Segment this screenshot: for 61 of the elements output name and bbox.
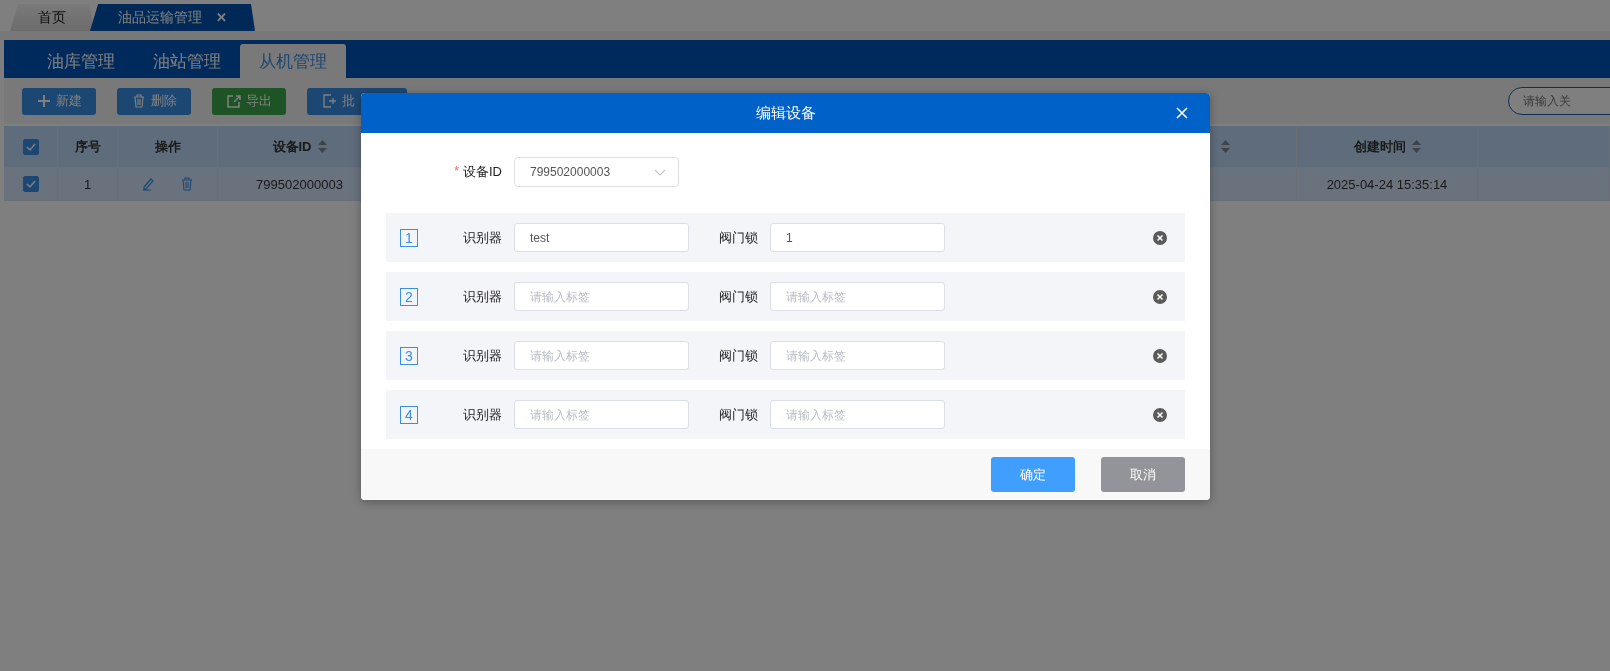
module-tab[interactable]: 油站管理	[134, 44, 240, 78]
checkbox[interactable]	[22, 138, 39, 155]
close-icon[interactable]	[1176, 107, 1188, 119]
row-number: 3	[400, 346, 418, 365]
checkmark-icon	[25, 179, 36, 189]
table-cell: 799502000003	[256, 176, 343, 192]
dialog-title: 编辑设备	[755, 103, 816, 123]
field-label: 阀门锁	[719, 287, 758, 306]
module-tab[interactable]: 从机管理	[240, 44, 346, 78]
remove-icon[interactable]	[1153, 230, 1167, 245]
column-header: 设备ID	[272, 137, 312, 156]
module-tab[interactable]: 油库管理	[28, 44, 134, 78]
toolbar-button[interactable]: 删除	[117, 87, 191, 115]
row-number: 2	[400, 287, 418, 306]
input-field[interactable]: 请输入标签	[770, 400, 945, 429]
input-field[interactable]: test	[514, 223, 689, 252]
dialog-button[interactable]: 取消	[1101, 457, 1185, 492]
page-tab[interactable]: 首页	[10, 4, 94, 31]
trash-icon	[131, 94, 146, 108]
table-cell: 2025-04-24 15:35:14	[1326, 176, 1448, 192]
chevron-down-icon	[654, 168, 666, 176]
sort-icon[interactable]	[1221, 140, 1230, 153]
field-label: 阀门锁	[719, 346, 758, 365]
remove-icon[interactable]	[1153, 348, 1167, 363]
required-mark: *	[453, 163, 459, 180]
column-header: 操作	[154, 137, 181, 156]
page-tab[interactable]: 油品运输管理 ✕	[90, 4, 255, 31]
column-header: 序号	[74, 137, 101, 156]
plus-icon	[36, 94, 51, 108]
input-field[interactable]: 请输入标签	[514, 341, 689, 370]
remove-icon[interactable]	[1153, 407, 1167, 422]
input-field[interactable]: 请输入标签	[770, 282, 945, 311]
column-header: 创建时间	[1353, 137, 1406, 156]
field-label: 识别器	[463, 405, 502, 424]
delete-icon[interactable]	[181, 177, 193, 191]
field-label: 识别器	[463, 287, 502, 306]
toolbar-button[interactable]: 导出	[212, 87, 286, 115]
edit-icon[interactable]	[142, 177, 155, 191]
field-label: 阀门锁	[719, 228, 758, 247]
search-field[interactable]: 请输入关	[1508, 87, 1610, 115]
dialog-button[interactable]: 确定	[991, 457, 1075, 492]
checkmark-icon	[25, 141, 36, 152]
export-icon	[226, 94, 241, 108]
field-label: 设备ID	[463, 163, 502, 181]
toolbar-button[interactable]: 新建	[22, 87, 96, 115]
row-number: 1	[400, 228, 418, 247]
import-icon	[323, 94, 337, 108]
remove-icon[interactable]	[1153, 289, 1167, 304]
sort-icon[interactable]	[317, 140, 327, 153]
input-field[interactable]: 1	[770, 223, 945, 252]
row-number: 4	[400, 405, 418, 424]
input-field[interactable]: 请输入标签	[514, 400, 689, 429]
input-field[interactable]: 请输入标签	[514, 282, 689, 311]
input-field[interactable]: 请输入标签	[770, 341, 945, 370]
field-label: 识别器	[463, 228, 502, 247]
field-label: 阀门锁	[719, 405, 758, 424]
device-select[interactable]: 799502000003	[514, 157, 679, 187]
table-cell: 1	[83, 176, 92, 192]
sort-icon[interactable]	[1411, 140, 1421, 153]
field-label: 识别器	[463, 346, 502, 365]
checkbox[interactable]	[22, 176, 39, 192]
